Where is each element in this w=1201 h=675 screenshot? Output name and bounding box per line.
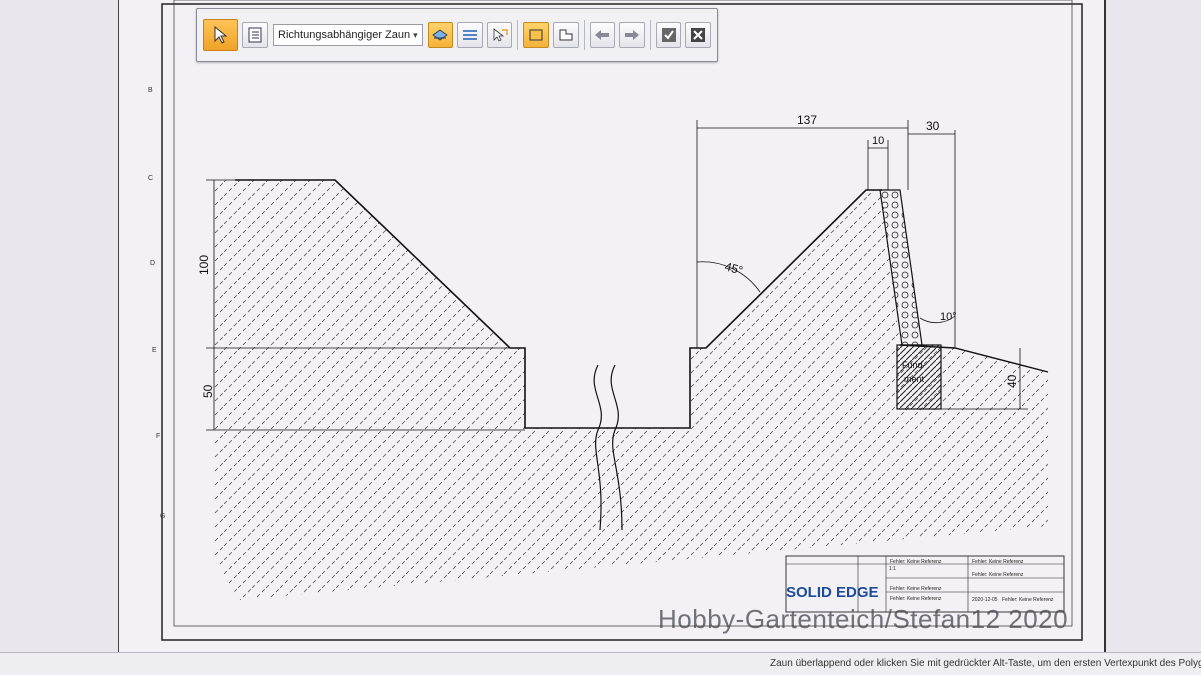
fill-icon[interactable]: [457, 22, 483, 48]
solid-edge-logo: SOLID EDGE: [786, 584, 879, 601]
svg-text:Fehler: Keine Referenz: Fehler: Keine Referenz: [972, 559, 1024, 565]
back-arrow-icon[interactable]: [589, 22, 616, 48]
svg-text:Fehler: Keine Referenz: Fehler: Keine Referenz: [890, 586, 942, 592]
svg-text:B: B: [148, 87, 153, 94]
svg-text:2020-12-05: 2020-12-05: [972, 597, 998, 603]
status-prompt-text: Zaun überlappend oder klicken Sie mit ge…: [770, 658, 1201, 669]
forward-arrow-icon[interactable]: [619, 22, 645, 48]
vertex-select-icon[interactable]: [486, 22, 513, 48]
region-icon[interactable]: [553, 22, 579, 48]
svg-text:E: E: [152, 347, 157, 354]
fence-command-toolbar: Richtungsabhängiger Zaun ▾: [196, 8, 718, 62]
dim-text-30[interactable]: 30: [926, 119, 940, 133]
properties-icon[interactable]: [242, 22, 269, 48]
dim-text-10[interactable]: 10: [872, 135, 884, 147]
svg-text:G: G: [160, 513, 165, 520]
fence-style-icon[interactable]: [427, 22, 454, 48]
svg-text:Fehler: Keine Referenz: Fehler: Keine Referenz: [890, 596, 942, 602]
svg-text:1:1: 1:1: [889, 566, 896, 572]
svg-text:Fehler: Keine Referenz: Fehler: Keine Referenz: [972, 572, 1024, 578]
angle-text-45[interactable]: 45°: [723, 259, 744, 277]
cad-drawing[interactable]: Fund- ment 100 50 137 10 30 40 45° 10° B…: [0, 0, 1201, 652]
svg-text:F: F: [156, 433, 160, 440]
angle-text-10[interactable]: 10°: [940, 311, 957, 323]
svg-text:D: D: [150, 260, 155, 267]
svg-text:Fehler: Keine Referenz: Fehler: Keine Referenz: [890, 559, 942, 565]
fence-type-dropdown[interactable]: Richtungsabhängiger Zaun ▾: [273, 24, 423, 46]
foundation-label-1: Fund-: [902, 360, 926, 370]
cancel-x-icon[interactable]: [685, 22, 711, 48]
status-bar: Zaun überlappend oder klicken Sie mit ge…: [0, 652, 1201, 675]
chevron-down-icon: ▾: [413, 29, 418, 40]
foundation-label-2: ment: [904, 374, 925, 384]
dim-text-50[interactable]: 50: [201, 384, 215, 398]
dim-text-40[interactable]: 40: [1005, 374, 1019, 388]
dim-text-137[interactable]: 137: [797, 113, 817, 127]
dim-text-100[interactable]: 100: [197, 255, 211, 275]
watermark-text: Hobby-Gartenteich/Stefan12 2020: [658, 604, 1069, 634]
select-arrow-icon[interactable]: [203, 19, 239, 51]
rectangle-icon[interactable]: [523, 22, 550, 48]
accept-check-icon[interactable]: [655, 22, 682, 48]
svg-text:Fehler: Keine Referenz: Fehler: Keine Referenz: [1002, 597, 1054, 603]
fence-type-value: Richtungsabhängiger Zaun: [278, 29, 411, 41]
svg-text:C: C: [148, 175, 153, 182]
